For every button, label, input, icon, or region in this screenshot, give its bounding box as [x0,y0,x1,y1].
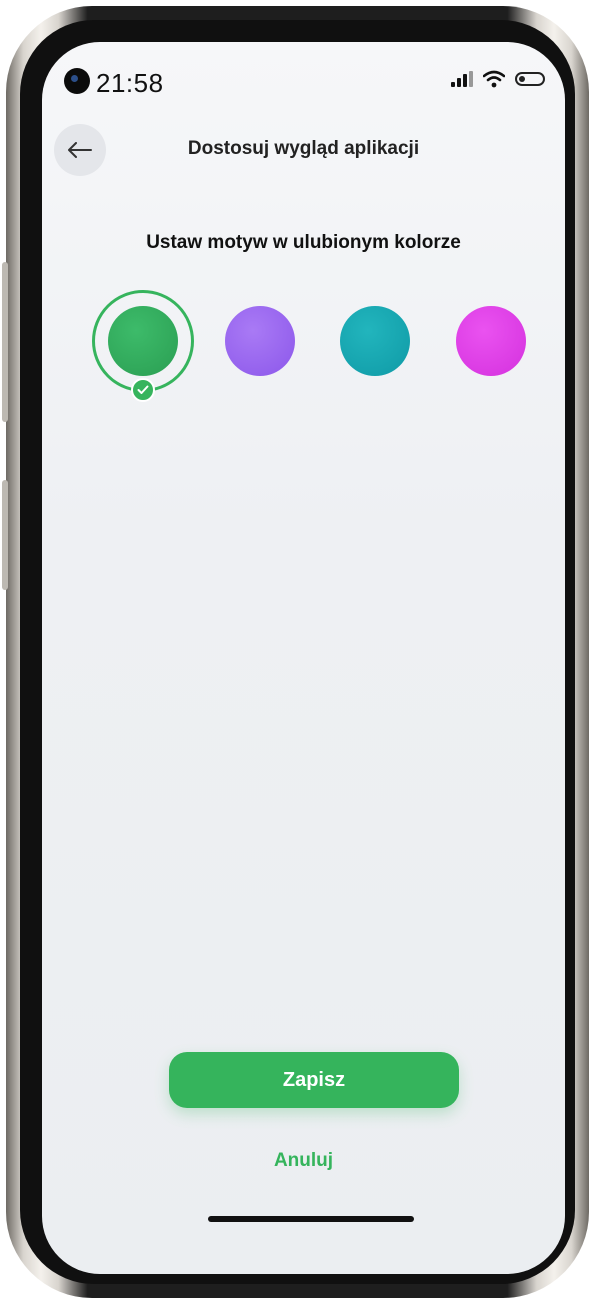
theme-swatch-purple[interactable] [225,306,295,376]
theme-swatch-teal[interactable] [340,306,410,376]
side-button [2,262,8,422]
save-button[interactable]: Zapisz [169,1052,459,1108]
battery-icon [515,72,545,86]
side-button-lower [2,480,8,590]
status-bar: 21:58 [42,64,565,104]
front-camera [64,68,90,94]
status-time: 21:58 [96,68,164,98]
page-title: Dostosuj wygląd aplikacji [187,138,420,159]
check-icon [131,378,155,402]
cancel-button[interactable]: Anuluj [42,1150,565,1172]
app-screen: 21:58 Dostosuj wygląd aplikacji Ustaw mo… [42,42,565,1274]
wifi-icon [483,70,505,88]
theme-swatch-magenta[interactable] [456,306,526,376]
signal-icon [451,71,473,87]
theme-swatch-green[interactable] [108,306,178,376]
home-indicator[interactable] [208,1216,414,1222]
status-icons [451,70,545,88]
phone-frame: 21:58 Dostosuj wygląd aplikacji Ustaw mo… [6,6,589,1298]
theme-heading: Ustaw motyw w ulubionym kolorze [146,232,461,253]
